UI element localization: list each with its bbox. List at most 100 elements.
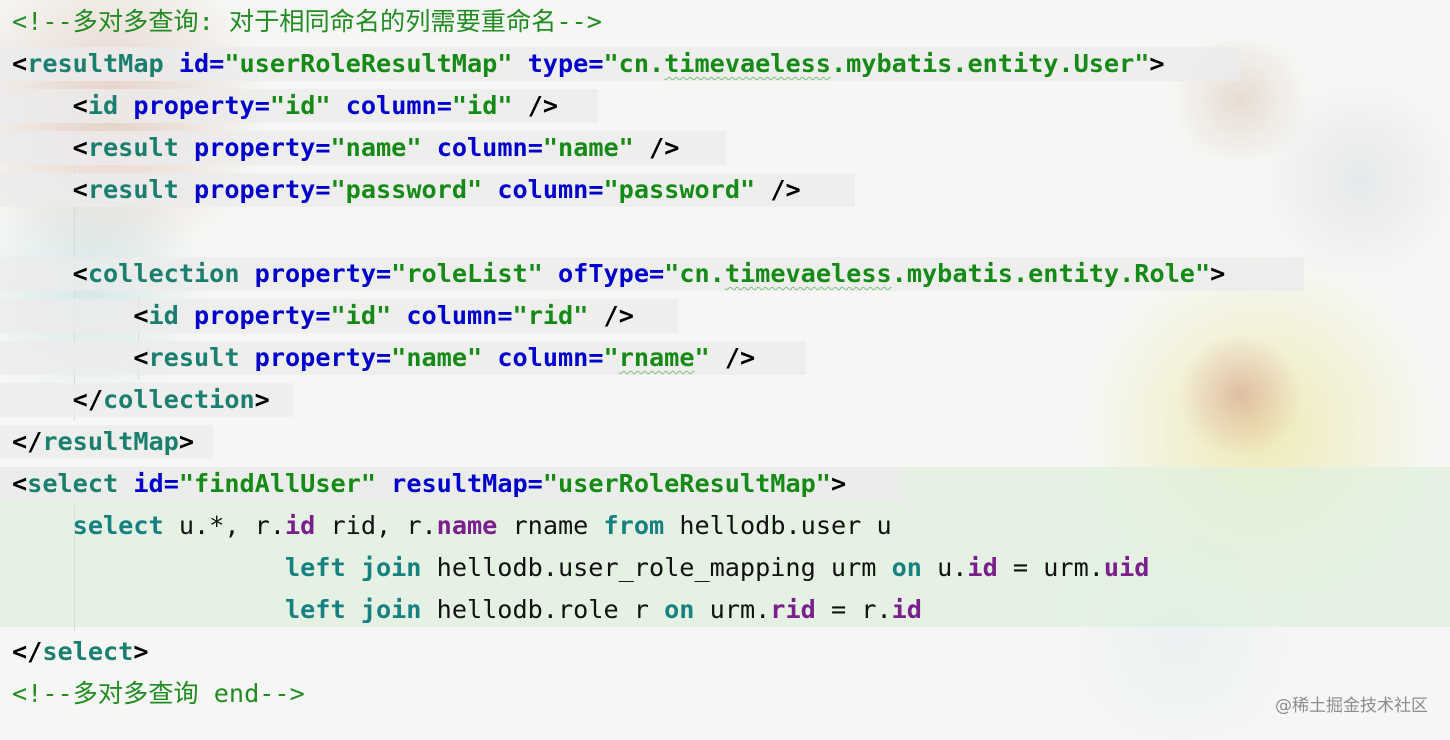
code-token: = urm.: [997, 553, 1104, 582]
code-token: on: [891, 553, 922, 582]
code-line[interactable]: select u.*, r.id rid, r.name rname from …: [0, 505, 1450, 547]
code-token: =: [315, 175, 331, 204]
code-token: <: [133, 301, 149, 330]
code-token: <: [72, 91, 88, 120]
code-token: column: [345, 91, 437, 120]
code-token: >: [1210, 259, 1226, 288]
code-line[interactable]: <!--多对多查询 end-->: [0, 673, 1450, 715]
code-token: property: [194, 133, 316, 162]
code-token: id: [891, 595, 922, 624]
code-token: />: [588, 301, 634, 330]
code-token: column: [436, 133, 528, 162]
code-token: id: [285, 511, 316, 540]
code-token: id: [87, 91, 119, 120]
code-token: result: [148, 343, 240, 372]
code-token: property: [194, 175, 316, 204]
code-token: =: [254, 91, 270, 120]
code-token: >: [830, 469, 847, 498]
code-token: >: [133, 637, 149, 666]
code-line[interactable]: [0, 211, 1450, 253]
code-token: "userRoleResultMap": [542, 469, 831, 498]
code-line[interactable]: <result property="name" column="rname" /…: [0, 337, 1450, 379]
code-token: "password": [603, 175, 756, 204]
code-token: left: [284, 595, 346, 624]
code-line[interactable]: left join hellodb.role r on urm.rid = r.…: [0, 589, 1450, 631]
code-token: join: [360, 553, 422, 582]
code-token: resultMap: [391, 469, 528, 498]
code-token: "name": [391, 343, 483, 372]
code-line[interactable]: </resultMap>: [0, 421, 1450, 463]
code-token: =: [527, 469, 543, 498]
code-token: select: [42, 637, 134, 666]
code-token: =: [376, 343, 392, 372]
code-token: =: [315, 133, 331, 162]
code-token: />: [512, 91, 559, 120]
code-token: u.: [921, 553, 968, 582]
code-token: <: [72, 133, 88, 162]
code-line[interactable]: <id property="id" column="rid" />: [0, 295, 1450, 337]
code-token: from: [603, 511, 665, 540]
code-line[interactable]: </collection>: [0, 379, 1450, 421]
code-token: =: [497, 301, 513, 330]
code-token: =: [649, 259, 665, 288]
code-token: <: [12, 469, 28, 498]
code-line[interactable]: <result property="name" column="name" />: [0, 127, 1450, 169]
code-line[interactable]: <collection property="roleList" ofType="…: [0, 253, 1450, 295]
code-token: rid, r.: [315, 511, 437, 540]
code-token: property: [194, 301, 316, 330]
code-line[interactable]: <!--多对多查询: 对于相同命名的列需要重命名-->: [0, 1, 1450, 43]
code-token: <: [12, 49, 28, 78]
code-token: =: [209, 49, 225, 78]
code-token: rid: [770, 595, 816, 624]
code-token: = r.: [815, 595, 892, 624]
code-token: "findAllUser": [178, 469, 376, 498]
code-token: result: [87, 175, 179, 204]
code-editor[interactable]: <!--多对多查询: 对于相同命名的列需要重命名--> <resultMap id…: [0, 0, 1450, 736]
code-line[interactable]: <resultMap id="userRoleResultMap" type="…: [0, 43, 1450, 85]
code-token: >: [1149, 49, 1165, 78]
code-token: =: [588, 343, 604, 372]
code-token: select: [27, 469, 119, 498]
code-token: </: [72, 385, 104, 414]
code-token: hellodb.user u: [664, 511, 892, 540]
code-token: "name": [542, 133, 634, 162]
code-line[interactable]: </select>: [0, 631, 1450, 673]
code-token: </: [12, 427, 43, 456]
code-token: "id": [330, 301, 392, 330]
code-line[interactable]: left join hellodb.user_role_mapping urm …: [0, 547, 1450, 589]
code-line[interactable]: <result property="password" column="pass…: [0, 169, 1450, 211]
code-token: >: [254, 385, 270, 414]
code-token: ofType: [558, 259, 649, 288]
code-token: hellodb.role r: [421, 595, 665, 624]
code-token: left: [284, 553, 346, 582]
code-token: id: [148, 301, 179, 330]
code-line[interactable]: <id property="id" column="id" />: [0, 85, 1450, 127]
code-token: "cn.timevaeless.mybatis.entity.User": [603, 49, 1150, 78]
code-token: "rid": [512, 301, 589, 330]
code-token: <: [72, 259, 88, 288]
code-token: property: [254, 259, 376, 288]
code-line[interactable]: <select id="findAllUser" resultMap="user…: [0, 463, 1450, 505]
code-token: "id": [451, 91, 513, 120]
code-token: />: [633, 133, 680, 162]
code-token: <: [133, 343, 149, 372]
code-token: id: [967, 553, 998, 582]
code-token: "cn.timevaeless.mybatis.entity.Role": [664, 259, 1211, 288]
code-token: =: [315, 301, 331, 330]
code-token: id: [178, 49, 210, 78]
code-token: select: [72, 511, 164, 540]
